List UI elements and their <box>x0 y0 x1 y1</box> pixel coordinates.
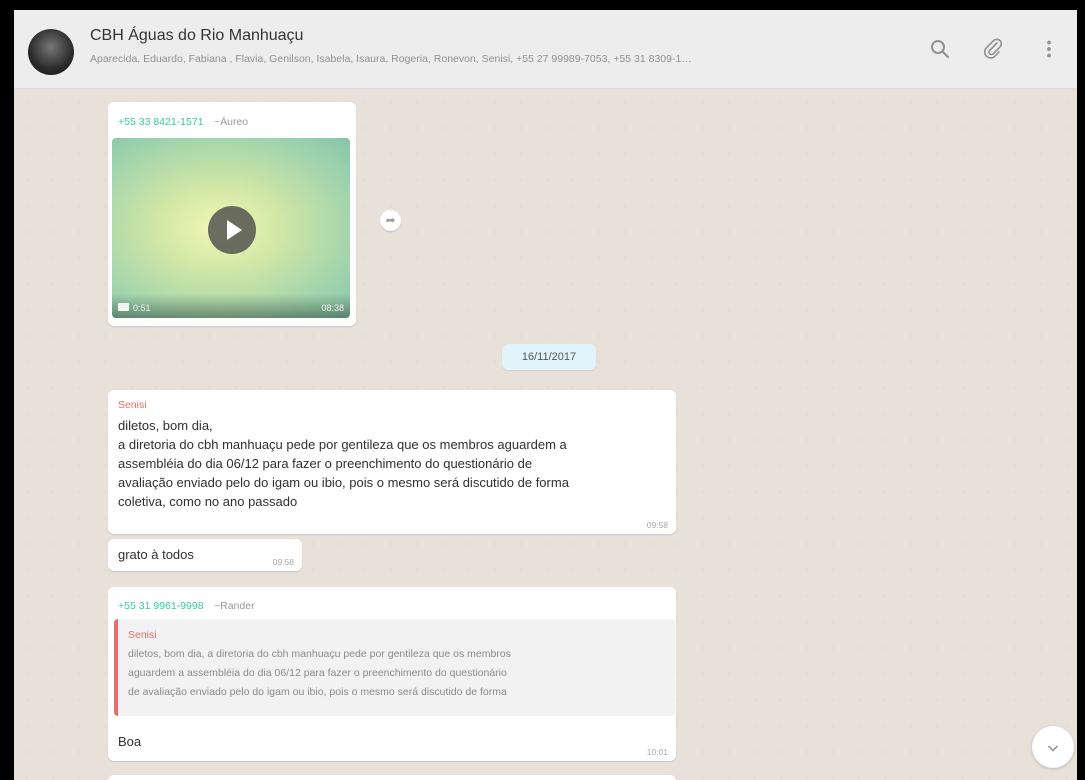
sender-line: +55 31 9961-9998 ~Rander <box>118 596 255 614</box>
message-text: Boa <box>118 734 142 749</box>
video-message[interactable]: +55 33 8421-1571 ~Áureo 0:51 08:38 <box>108 102 356 326</box>
message-time: 08:38 <box>321 303 344 313</box>
more-vert-icon[interactable] <box>1037 37 1061 61</box>
paperclip-icon[interactable] <box>981 37 1005 61</box>
text-message[interactable]: Senisi diletos, bom dia, a diretoria do … <box>108 390 676 534</box>
sender-number[interactable]: +55 31 9961-9998 <box>118 600 204 612</box>
quoted-line: diletos, bom dia, a diretoria do cbh man… <box>128 648 511 660</box>
chat-title[interactable]: CBH Águas do Rio Manhuaçu <box>90 27 303 45</box>
chat-header: CBH Águas do Rio Manhuaçu Aparecida, Edu… <box>14 10 1077 89</box>
chevron-down-icon[interactable] <box>1032 726 1074 768</box>
message-line: a diretoria do cbh manhuaçu pede por gen… <box>118 437 567 452</box>
sender-name: ~Áureo <box>214 116 249 128</box>
video-camera-icon <box>118 303 129 311</box>
video-info-bar: 0:51 08:38 <box>112 294 350 318</box>
reply-message[interactable]: +55 31 9961-9998 ~Rander Senisi diletos,… <box>108 587 676 761</box>
message-time: 09:58 <box>272 557 294 567</box>
message-line: assembléia do dia 06/12 para fazer o pre… <box>118 456 533 471</box>
message-text: diletos, bom dia, a diretoria do cbh man… <box>118 416 673 511</box>
quoted-message[interactable]: Senisi diletos, bom dia, a diretoria do … <box>114 619 675 716</box>
sender-line: +55 33 8421-1571 ~Áureo <box>118 112 248 130</box>
search-icon[interactable] <box>928 37 952 61</box>
sender-name: ~Rander <box>214 600 255 612</box>
members-list[interactable]: Aparecida, Eduardo, Fabiana , Flavia, Ge… <box>90 53 890 65</box>
chat-window: CBH Águas do Rio Manhuaçu Aparecida, Edu… <box>14 10 1077 780</box>
forward-icon[interactable]: ➦ <box>380 210 401 231</box>
message-list[interactable]: +55 33 8421-1571 ~Áureo 0:51 08:38 ➦ 16/… <box>14 89 1077 780</box>
video-thumbnail[interactable]: 0:51 08:38 <box>112 138 350 318</box>
message-time: 09:58 <box>646 520 668 530</box>
quoted-line: aguardem a assembléia do dia 06/12 para … <box>128 667 507 679</box>
sender-number[interactable]: +55 33 8421-1571 <box>118 116 204 128</box>
message-line: avaliação enviado pelo do igam ou ibio, … <box>118 475 569 490</box>
message-time: 10:01 <box>646 747 668 757</box>
message-partial[interactable] <box>108 775 676 780</box>
group-avatar[interactable] <box>28 29 74 75</box>
video-duration: 0:51 <box>133 303 151 313</box>
quoted-text: diletos, bom dia, a diretoria do cbh man… <box>128 645 668 702</box>
play-icon[interactable] <box>208 206 256 254</box>
sender-name[interactable]: Senisi <box>118 399 147 411</box>
text-message[interactable]: grato à todos 09:58 <box>108 539 302 571</box>
message-line: diletos, bom dia, <box>118 418 213 433</box>
quoted-line: de avaliação enviado pelo do igam ou ibi… <box>128 686 507 698</box>
message-text: grato à todos <box>118 547 194 562</box>
message-line: coletiva, como no ano passado <box>118 494 298 509</box>
quoted-sender: Senisi <box>128 629 157 641</box>
date-divider: 16/11/2017 <box>502 344 596 370</box>
